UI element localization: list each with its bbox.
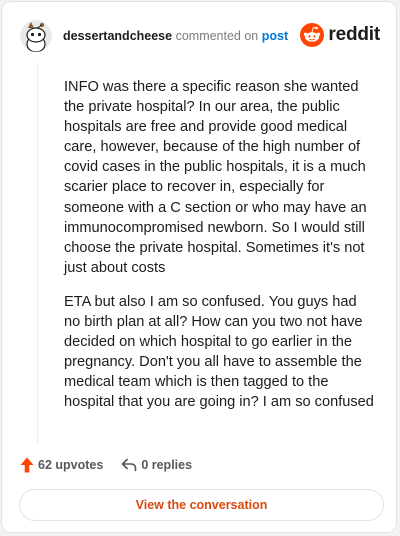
- reply-arrow-icon: [121, 458, 137, 472]
- reddit-logo-icon: [300, 23, 325, 47]
- comment-actions: 62 upvotes 0 replies: [20, 456, 192, 474]
- upvote-count: 62 upvotes: [38, 458, 104, 472]
- comment-paragraph-2: ETA but also I am so confused. You guys …: [64, 293, 374, 411]
- reddit-logo[interactable]: reddit: [300, 22, 380, 48]
- view-conversation-button[interactable]: View the conversation: [19, 489, 384, 521]
- comment-body: INFO was there a specific reason she wan…: [37, 62, 374, 444]
- comment-paragraph-1: INFO was there a specific reason she wan…: [64, 79, 367, 276]
- reply-count: 0 replies: [141, 458, 193, 472]
- upvote-arrow-icon: [20, 457, 34, 473]
- reddit-wordmark: reddit: [328, 24, 380, 45]
- comment-header: dessertandcheese commented on post reddi…: [20, 20, 380, 52]
- post-link[interactable]: post: [262, 29, 288, 43]
- avatar[interactable]: [20, 20, 52, 52]
- byline: dessertandcheese commented on post: [63, 28, 288, 44]
- byline-verb: commented on: [175, 29, 259, 43]
- upvote-button[interactable]: 62 upvotes: [20, 457, 103, 473]
- comment-card: dessertandcheese commented on post reddi…: [1, 1, 397, 533]
- username[interactable]: dessertandcheese: [63, 29, 172, 43]
- reply-button[interactable]: 0 replies: [121, 458, 192, 472]
